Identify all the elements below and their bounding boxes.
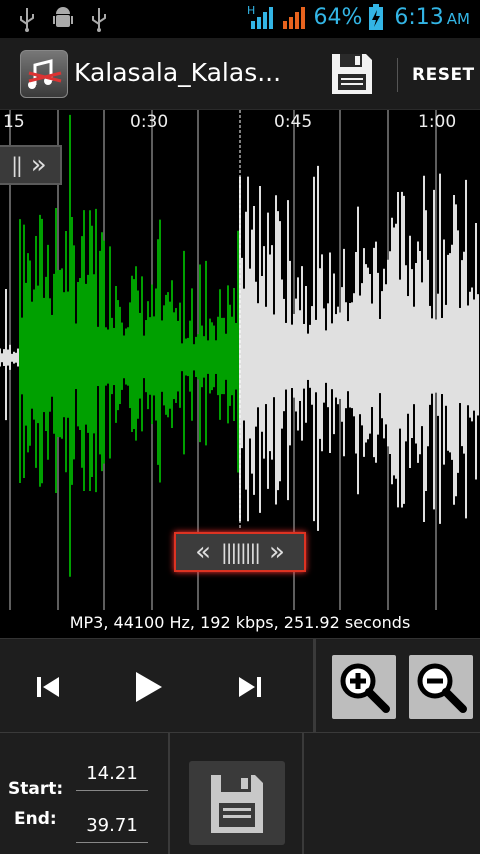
usb-icon	[20, 8, 34, 32]
zoom-in-button[interactable]	[332, 655, 396, 719]
time-tick: 15	[3, 112, 25, 132]
zoom-out-button[interactable]	[409, 655, 473, 719]
zoom-out-icon	[417, 663, 467, 713]
divider	[397, 58, 398, 92]
clock-time: 6:13	[394, 4, 444, 30]
reset-button[interactable]: RESET	[412, 65, 475, 85]
grip-icon: ||	[11, 153, 23, 177]
start-time-field[interactable]: 14.21	[76, 763, 148, 791]
play-icon[interactable]	[128, 667, 168, 707]
playback-controls	[0, 638, 480, 733]
file-info: MP3, 44100 Hz, 192 kbps, 251.92 seconds	[69, 613, 411, 632]
start-marker-handle[interactable]: || »	[0, 145, 62, 185]
previous-icon[interactable]	[28, 667, 68, 707]
time-tick: 0:45	[274, 112, 313, 132]
divider	[313, 639, 316, 733]
divider	[168, 733, 170, 854]
end-label: End:	[14, 809, 57, 829]
action-bar: Kalasala_Kalas... RESET	[0, 38, 480, 110]
next-icon[interactable]	[230, 667, 270, 707]
save-icon	[332, 54, 372, 94]
end-marker-handle[interactable]: « |||||||| »	[174, 532, 306, 572]
waveform-view[interactable]: 15 0:30 0:45 1:00 || » « |||||||| » MP3,…	[0, 110, 480, 638]
battery-percent: 64%	[313, 4, 363, 30]
signal-icon	[283, 7, 306, 29]
network-type-label: H	[247, 4, 255, 17]
chevron-right-icon: »	[268, 537, 285, 567]
end-time-field[interactable]: 39.71	[76, 815, 148, 843]
signal-icon: H	[247, 4, 274, 29]
divider	[302, 733, 304, 854]
battery-charging-icon	[369, 4, 384, 30]
zoom-in-icon	[340, 663, 390, 713]
start-label: Start:	[8, 779, 64, 799]
time-tick: 0:30	[130, 112, 169, 132]
ringdroid-app-icon[interactable]	[20, 50, 68, 98]
chevron-right-icon: »	[30, 150, 47, 180]
android-debug-icon	[53, 7, 73, 27]
clock-ampm: AM	[446, 9, 470, 28]
save-icon	[211, 775, 263, 833]
usb-icon	[92, 8, 106, 32]
selection-panel: Start: End: 14.21 39.71	[0, 732, 480, 854]
grip-icon: ||||||||	[221, 540, 261, 564]
save-button[interactable]	[326, 48, 378, 100]
page-title: Kalasala_Kalas...	[74, 58, 282, 87]
status-bar: H 64% 6:13 AM	[0, 0, 480, 38]
time-tick: 1:00	[418, 112, 457, 132]
chevron-left-icon: «	[195, 537, 212, 567]
save-button[interactable]	[189, 761, 285, 845]
